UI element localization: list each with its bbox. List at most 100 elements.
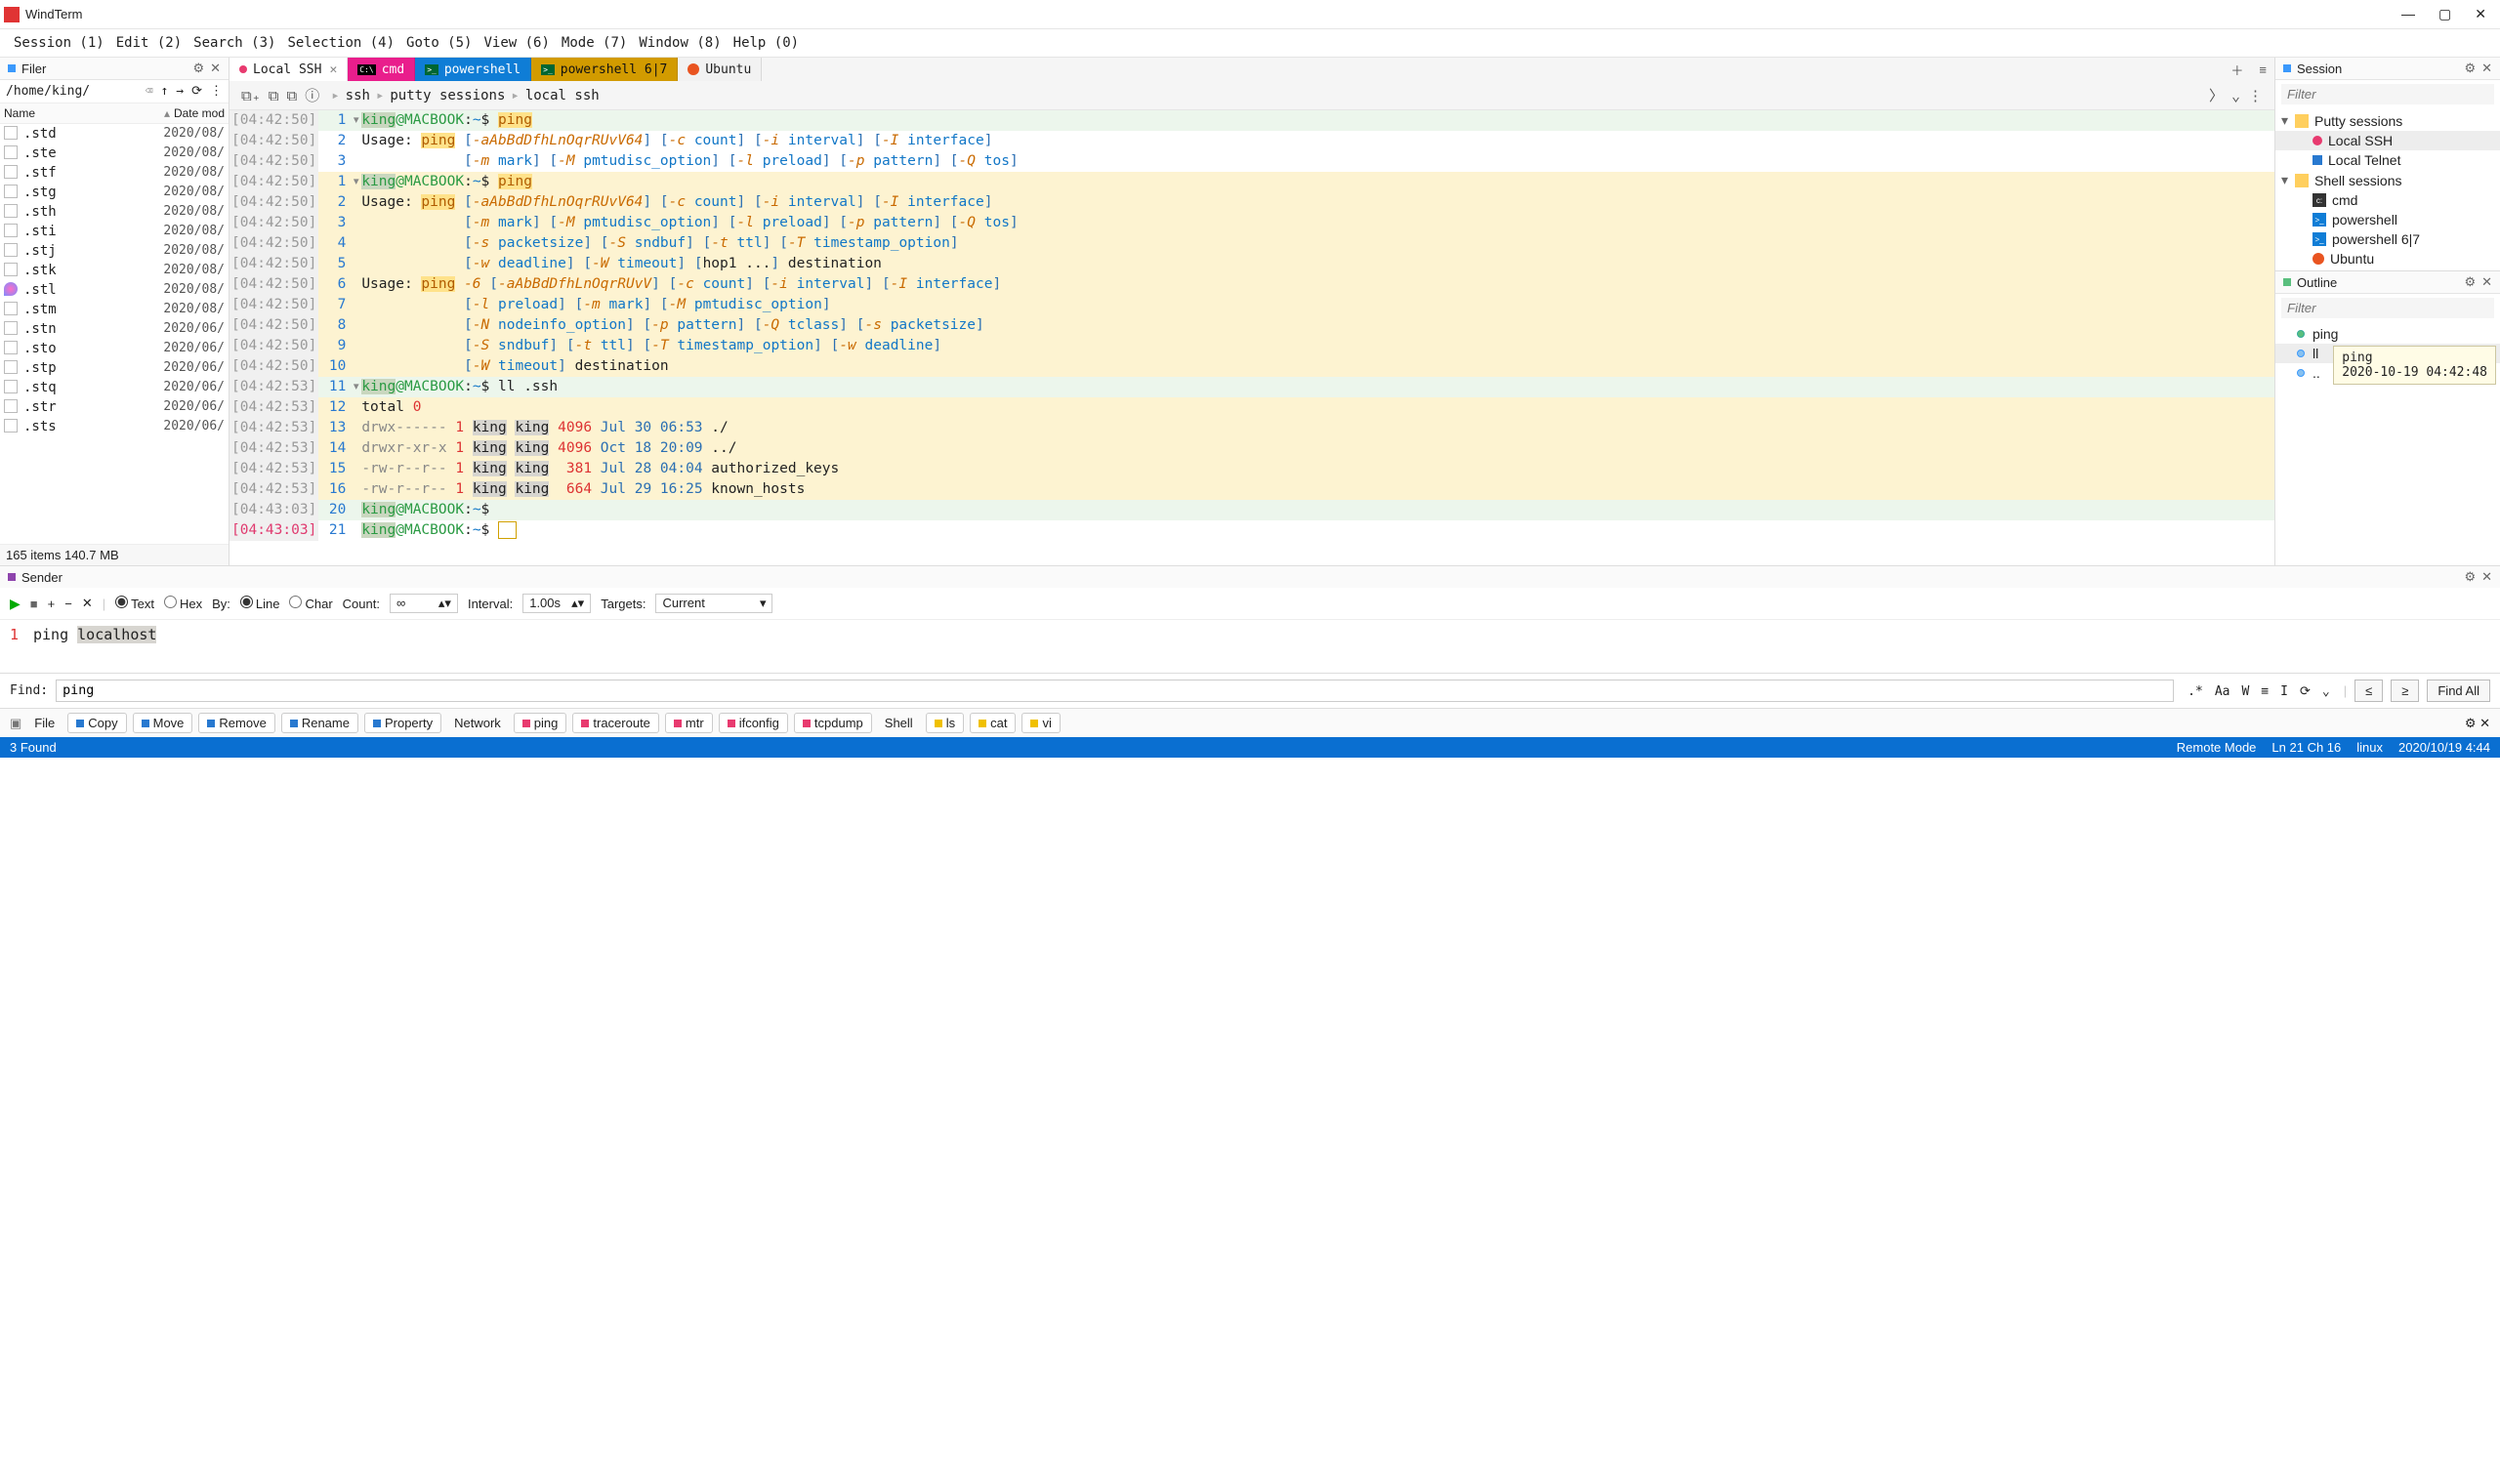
close-icon[interactable]: ✕ xyxy=(2481,569,2492,585)
tree-group[interactable]: ▾Shell sessions xyxy=(2275,170,2500,190)
menu-item[interactable]: Session (1) xyxy=(10,33,108,53)
find-input[interactable] xyxy=(56,680,2174,702)
file-row[interactable]: .sts2020/06/ xyxy=(0,417,229,436)
menu-item[interactable]: Selection (4) xyxy=(283,33,398,53)
menu-item[interactable]: Mode (7) xyxy=(558,33,631,53)
file-row[interactable]: .stl2020/08/ xyxy=(0,280,229,300)
interval-input[interactable]: 1.00s▴▾ xyxy=(522,594,591,613)
action-traceroute[interactable]: traceroute xyxy=(572,713,659,733)
find-opt[interactable]: .* xyxy=(2182,681,2209,702)
file-row[interactable]: .stm2020/08/ xyxy=(0,300,229,319)
find-all-button[interactable]: Find All xyxy=(2427,680,2490,702)
file-row[interactable]: .stj2020/08/ xyxy=(0,241,229,261)
file-row[interactable]: .stp2020/06/ xyxy=(0,358,229,378)
file-row[interactable]: .sto2020/06/ xyxy=(0,339,229,358)
menu-item[interactable]: Help (0) xyxy=(729,33,803,53)
tree-item[interactable]: Local Telnet xyxy=(2275,150,2500,170)
tree-group[interactable]: ▾Putty sessions xyxy=(2275,110,2500,131)
radio-line[interactable]: Line xyxy=(240,596,280,611)
tab-powershell[interactable]: >_powershell xyxy=(415,58,531,81)
action-Move[interactable]: Move xyxy=(133,713,193,733)
close-icon[interactable]: ✕ xyxy=(2479,716,2490,730)
tree-item[interactable]: >_powershell 6|7 xyxy=(2275,229,2500,249)
close-icon[interactable]: ✕ xyxy=(2481,274,2492,290)
gear-icon[interactable]: ⚙ xyxy=(2464,569,2476,585)
filer-path[interactable]: /home/king/ xyxy=(6,84,138,99)
action-Copy[interactable]: Copy xyxy=(67,713,126,733)
filer-list[interactable]: .std2020/08/.ste2020/08/.stf2020/08/.stg… xyxy=(0,124,229,544)
forward-icon[interactable]: → xyxy=(176,84,184,99)
clear-icon[interactable]: ⌫ xyxy=(146,84,153,99)
find-opt[interactable]: ⟳ xyxy=(2294,681,2316,702)
terminal-icon[interactable]: ▣ xyxy=(10,716,21,731)
crumb[interactable]: putty sessions xyxy=(390,88,505,103)
targets-select[interactable]: Current▾ xyxy=(655,594,772,613)
close-icon[interactable]: ✕ xyxy=(210,61,221,76)
find-opt[interactable]: Aa xyxy=(2209,681,2236,702)
menu-item[interactable]: Search (3) xyxy=(189,33,279,53)
window-close-icon[interactable]: ✕ xyxy=(2475,6,2486,22)
find-opt[interactable]: ≡ xyxy=(2255,681,2274,702)
action-ls[interactable]: ls xyxy=(926,713,964,733)
stop-icon[interactable]: ■ xyxy=(30,597,38,611)
tree-item[interactable]: Ubuntu xyxy=(2275,249,2500,268)
gear-icon[interactable]: ⚙ xyxy=(2464,274,2476,290)
file-row[interactable]: .stq2020/06/ xyxy=(0,378,229,397)
action-ifconfig[interactable]: ifconfig xyxy=(719,713,788,733)
action-Rename[interactable]: Rename xyxy=(281,713,358,733)
tree-item[interactable]: c:cmd xyxy=(2275,190,2500,210)
action-vi[interactable]: vi xyxy=(1021,713,1060,733)
col-date[interactable]: Date mod xyxy=(174,106,225,120)
sender-input[interactable]: 1 ping localhost xyxy=(0,620,2500,673)
action-tcpdump[interactable]: tcpdump xyxy=(794,713,872,733)
gear-icon[interactable]: ⚙ xyxy=(2465,716,2477,730)
split-icon[interactable]: ⧉ xyxy=(265,87,283,104)
file-row[interactable]: .stg2020/08/ xyxy=(0,183,229,202)
find-opt[interactable]: ⌄ xyxy=(2316,681,2336,702)
tab-local-ssh[interactable]: Local SSH✕ xyxy=(229,58,348,81)
refresh-icon[interactable]: ⟳ xyxy=(191,84,202,99)
col-name[interactable]: Name xyxy=(4,106,164,120)
menu-item[interactable]: View (6) xyxy=(479,33,553,53)
find-next-button[interactable]: ≥ xyxy=(2391,680,2419,702)
chevron-down-icon[interactable]: ⌄ xyxy=(2228,87,2244,104)
radio-text[interactable]: Text xyxy=(115,596,154,611)
dup-icon[interactable]: ⧉ xyxy=(282,87,301,104)
file-row[interactable]: .str2020/06/ xyxy=(0,397,229,417)
up-icon[interactable]: ↑ xyxy=(160,84,168,99)
action-cat[interactable]: cat xyxy=(970,713,1016,733)
file-row[interactable]: .sth2020/08/ xyxy=(0,202,229,222)
new-tab-icon[interactable]: ⧉₊ xyxy=(237,87,265,104)
tab-menu-icon[interactable]: ＋ xyxy=(2223,61,2251,79)
gear-icon[interactable]: ⚙ xyxy=(192,61,204,76)
menu-item[interactable]: Window (8) xyxy=(635,33,725,53)
find-opt[interactable]: I xyxy=(2274,681,2294,702)
file-row[interactable]: .ste2020/08/ xyxy=(0,144,229,163)
plus-icon[interactable]: + xyxy=(48,597,56,611)
tab-powershell-6-7[interactable]: >_powershell 6|7 xyxy=(531,58,678,81)
tab-menu-icon[interactable]: ≡ xyxy=(2251,62,2274,77)
count-input[interactable]: ∞▴▾ xyxy=(390,594,458,613)
action-ping[interactable]: ping xyxy=(514,713,567,733)
tab-close-icon[interactable]: ✕ xyxy=(329,62,337,77)
tab-ubuntu[interactable]: Ubuntu xyxy=(678,58,762,81)
file-row[interactable]: .stf2020/08/ xyxy=(0,163,229,183)
tab-cmd[interactable]: C:\cmd xyxy=(348,58,415,81)
gear-icon[interactable]: ⚙ xyxy=(2464,61,2476,76)
menu-item[interactable]: Edit (2) xyxy=(112,33,186,53)
find-prev-button[interactable]: ≤ xyxy=(2354,680,2383,702)
more-icon[interactable]: ⋮ xyxy=(210,84,223,99)
close-icon[interactable]: ✕ xyxy=(2481,61,2492,76)
menu-item[interactable]: Goto (5) xyxy=(402,33,476,53)
file-row[interactable]: .stn2020/06/ xyxy=(0,319,229,339)
outline-filter-input[interactable] xyxy=(2281,298,2494,318)
session-filter-input[interactable] xyxy=(2281,84,2494,104)
close-icon[interactable]: ✕ xyxy=(82,596,93,611)
breadcrumb[interactable]: ▸ssh▸putty sessions▸local ssh xyxy=(331,88,2205,103)
file-row[interactable]: .std2020/08/ xyxy=(0,124,229,144)
go-icon[interactable]: 〉 xyxy=(2205,85,2228,105)
tree-item[interactable]: >_powershell xyxy=(2275,210,2500,229)
window-minimize-icon[interactable]: — xyxy=(2401,6,2415,22)
window-maximize-icon[interactable]: ▢ xyxy=(2438,6,2451,22)
tree-item[interactable]: Local SSH xyxy=(2275,131,2500,150)
